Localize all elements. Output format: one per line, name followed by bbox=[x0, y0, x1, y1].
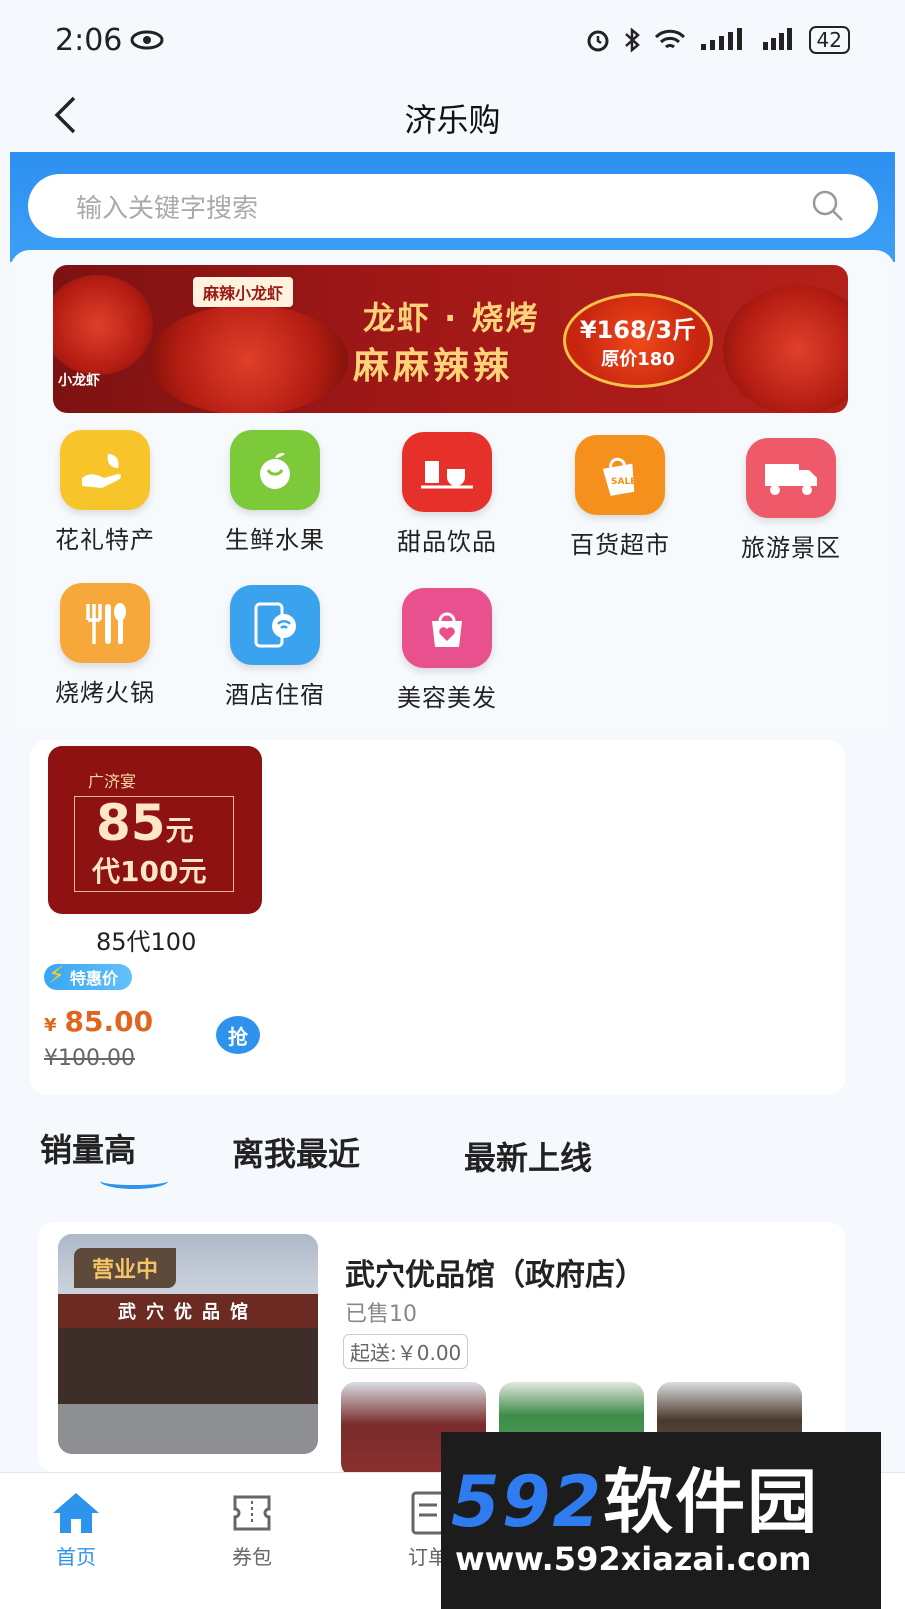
grab-button[interactable]: 抢 bbox=[216, 1016, 260, 1054]
category-label: 酒店住宿 bbox=[225, 681, 325, 709]
search-icon[interactable] bbox=[808, 186, 848, 226]
coupon-unit: 元 bbox=[165, 814, 194, 847]
original-price: ¥100.00 bbox=[44, 1046, 135, 1071]
search-placeholder: 输入关键字搜索 bbox=[76, 193, 259, 224]
deal-card[interactable]: 广济宴 85元 代100元 85代100 ⚡ 特惠价 ¥ 85.00 ¥100.… bbox=[30, 740, 845, 1095]
tab-newest[interactable]: 最新上线 bbox=[464, 1133, 592, 1179]
watermark-url: www.592xiazai.com bbox=[455, 1540, 812, 1578]
special-price-tag: ⚡ 特惠价 bbox=[44, 961, 133, 990]
currency-symbol: ¥ bbox=[44, 1015, 57, 1036]
coupon-value: 85元 bbox=[96, 794, 194, 852]
signal-icon-2 bbox=[762, 28, 792, 50]
search-band: 输入关键字搜索 bbox=[10, 152, 895, 262]
status-bar: 2:06 42 bbox=[0, 0, 905, 80]
coupon-subtitle: 代100元 bbox=[92, 855, 207, 888]
store-sold-count: 已售10 bbox=[345, 1302, 417, 1327]
open-status-badge: 营业中 bbox=[74, 1248, 177, 1288]
drink-icon bbox=[402, 432, 492, 512]
nav-bar: 济乐购 bbox=[0, 80, 905, 155]
shopping-bag-sale-icon: SALE bbox=[575, 435, 665, 515]
active-tab-indicator bbox=[100, 1173, 168, 1189]
category-supermarket[interactable]: SALE 百货超市 bbox=[545, 435, 695, 560]
home-icon bbox=[53, 1493, 99, 1533]
eye-icon bbox=[130, 30, 164, 50]
watermark-title: 592软件园 bbox=[451, 1446, 819, 1547]
banner-headline: 龙虾 · 烧烤 bbox=[363, 299, 540, 337]
category-travel[interactable]: 旅游景区 bbox=[716, 438, 866, 563]
phone-wifi-icon bbox=[230, 585, 320, 665]
banner-price-badge: ¥168/3斤 原价180 bbox=[563, 293, 713, 388]
lightning-icon: ⚡ bbox=[48, 961, 65, 989]
category-gift[interactable]: 花礼特产 bbox=[30, 430, 180, 555]
category-label: 美容美发 bbox=[397, 684, 497, 712]
category-label: 花礼特产 bbox=[55, 526, 155, 554]
coupon-value-number: 85 bbox=[96, 794, 166, 852]
store-min-delivery: 起送:￥0.00 bbox=[343, 1334, 469, 1369]
store-photo-ground bbox=[58, 1404, 318, 1454]
coupon-icon bbox=[233, 1495, 271, 1531]
coupon-image: 广济宴 85元 代100元 bbox=[48, 746, 262, 914]
crayfish-plate-image bbox=[148, 305, 348, 413]
tab-home[interactable]: 首页 bbox=[6, 1489, 146, 1570]
category-drink[interactable]: 甜品饮品 bbox=[372, 432, 522, 557]
promo-banner[interactable]: 麻辣小龙虾 龙虾 · 烧烤 麻麻辣辣 ¥168/3斤 原价180 小龙虾 bbox=[53, 265, 848, 413]
watermark-logo: 592软件园 www.592xiazai.com bbox=[441, 1432, 881, 1609]
back-button[interactable] bbox=[40, 90, 90, 140]
banner-logo: 小龙虾 bbox=[58, 373, 100, 389]
category-fruit[interactable]: 生鲜水果 bbox=[200, 430, 350, 555]
watermark-cn: 软件园 bbox=[603, 1461, 820, 1543]
crayfish-image bbox=[53, 275, 153, 375]
category-label: 百货超市 bbox=[570, 531, 670, 559]
tab-label: 首页 bbox=[56, 1545, 96, 1569]
tab-label: 券包 bbox=[232, 1545, 272, 1569]
crayfish-plate-image-2 bbox=[723, 285, 848, 413]
fruit-icon bbox=[230, 430, 320, 510]
watermark-number: 592 bbox=[451, 1461, 604, 1543]
store-photo-front bbox=[58, 1328, 318, 1404]
battery-indicator: 42 bbox=[808, 26, 850, 54]
wifi-icon bbox=[654, 29, 685, 49]
chevron-left-icon bbox=[54, 96, 76, 134]
category-bbq[interactable]: 烧烤火锅 bbox=[30, 583, 180, 708]
banner-subheadline: 麻麻辣辣 bbox=[353, 346, 514, 387]
truck-icon bbox=[746, 438, 836, 518]
coupon-brand: 广济宴 bbox=[88, 772, 137, 791]
search-input[interactable]: 输入关键字搜索 bbox=[28, 174, 878, 238]
tab-nearest[interactable]: 离我最近 bbox=[232, 1129, 360, 1175]
category-label: 生鲜水果 bbox=[225, 526, 325, 554]
deal-title: 85代100 bbox=[96, 928, 197, 956]
category-label: 旅游景区 bbox=[741, 534, 841, 562]
signal-icon bbox=[700, 28, 742, 50]
deal-price: ¥ 85.00 bbox=[44, 1005, 153, 1038]
tab-coupons[interactable]: 券包 bbox=[182, 1489, 322, 1570]
alarm-icon bbox=[587, 30, 609, 52]
store-photo-sign: 武穴优品馆 bbox=[58, 1294, 318, 1328]
tab-top-sales[interactable]: 销量高 bbox=[40, 1125, 136, 1171]
sort-tabs: 销量高 离我最近 最新上线 bbox=[40, 1125, 860, 1195]
store-photo: 武穴优品馆 营业中 bbox=[58, 1234, 318, 1454]
gift-hand-icon bbox=[60, 430, 150, 510]
status-time: 2:06 bbox=[55, 23, 164, 58]
status-icons: 42 bbox=[585, 26, 850, 54]
svg-text:SALE: SALE bbox=[611, 477, 636, 487]
price-value: 85.00 bbox=[64, 1005, 154, 1038]
bluetooth-icon bbox=[624, 27, 640, 53]
clock-text: 2:06 bbox=[55, 22, 123, 58]
special-price-label: 特惠价 bbox=[70, 969, 119, 988]
category-hotel[interactable]: 酒店住宿 bbox=[200, 585, 350, 710]
category-label: 甜品饮品 bbox=[397, 528, 497, 556]
heart-bag-icon bbox=[402, 588, 492, 668]
page-title: 济乐购 bbox=[404, 100, 501, 139]
category-label: 烧烤火锅 bbox=[55, 679, 155, 707]
banner-tag: 麻辣小龙虾 bbox=[193, 277, 294, 307]
category-beauty[interactable]: 美容美发 bbox=[372, 588, 522, 713]
banner-original-price: 原价180 bbox=[601, 349, 675, 370]
banner-price: ¥168/3斤 bbox=[579, 316, 697, 344]
store-name: 武穴优品馆（政府店） bbox=[345, 1258, 645, 1293]
cutlery-icon bbox=[60, 583, 150, 663]
